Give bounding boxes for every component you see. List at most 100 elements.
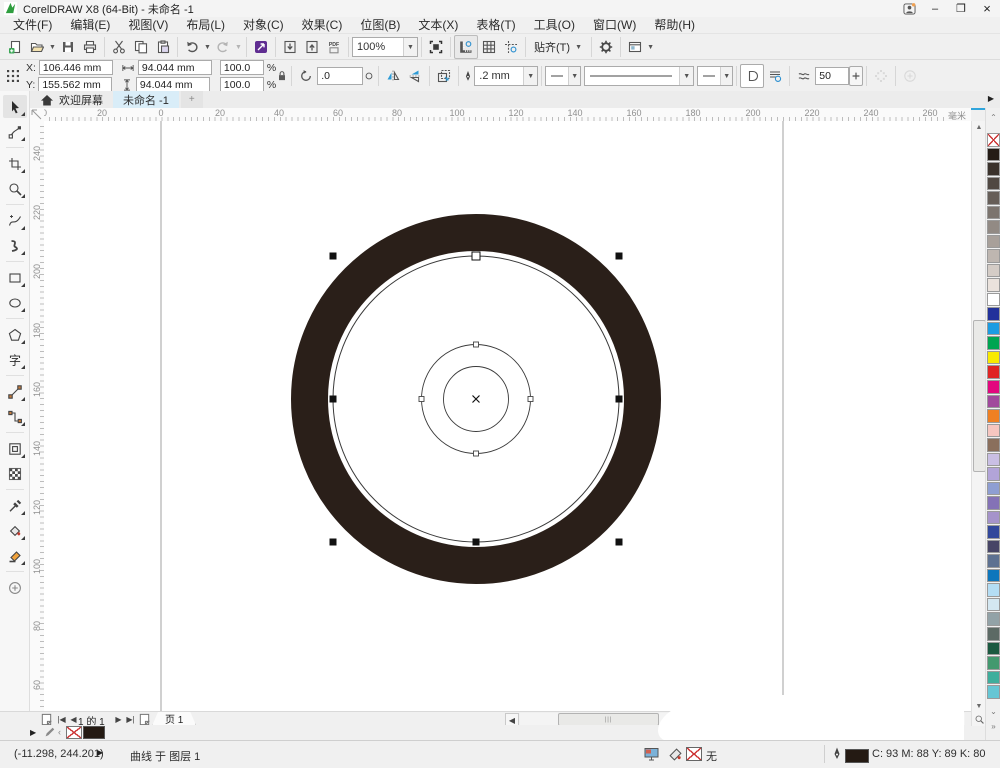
previous-page-button[interactable]: ◀ [69,713,78,725]
pen-mini-icon[interactable] [44,727,55,738]
add-page-end-button[interactable] [138,713,151,726]
snap-to-button[interactable]: 贴齐(T) ▼ [529,39,588,55]
import-button[interactable] [279,36,301,58]
menu-11[interactable]: 窗口(W) [584,17,645,33]
smart-fill-tool[interactable] [3,544,27,567]
tab-welcome-screen[interactable]: 欢迎屏幕 [30,91,113,108]
palette-swatch-1[interactable] [987,147,1000,162]
connector-tool[interactable] [3,405,27,428]
palette-swatch-6[interactable] [987,220,1000,234]
maximize-button[interactable]: ❐ [948,1,974,16]
palette-swatch-4[interactable] [987,191,1000,205]
line-style-combo[interactable]: ▼ [584,66,695,86]
wrap-text-button[interactable] [740,64,765,88]
menu-10[interactable]: 工具(O) [525,17,584,33]
palette-scroll-down-icon[interactable]: ⌄ [986,704,1000,718]
mirror-vertical-button[interactable] [404,65,426,87]
application-launcher-button[interactable] [624,36,646,58]
zoom-dropdown-icon[interactable]: ▼ [403,38,417,56]
rectangle-tool[interactable] [3,266,27,289]
menu-12[interactable]: 帮助(H) [645,17,704,33]
vertical-ruler[interactable]: 240 220 200 180 160 140 120 100 80 60 [30,121,45,711]
redo-button[interactable] [212,36,234,58]
ruler-origin[interactable] [30,108,45,122]
palette-swatch-8[interactable] [987,249,1000,263]
palette-swatch-30[interactable] [987,568,1000,583]
palette-swatch-17[interactable] [987,380,1000,394]
selection-handle[interactable] [615,395,623,403]
palette-swatch-16[interactable] [987,365,1000,379]
menu-1[interactable]: 文件(F) [4,17,61,33]
print-button[interactable] [79,36,101,58]
cut-button[interactable] [108,36,130,58]
scroll-down-button[interactable]: ▼ [972,700,986,713]
selection-handle[interactable] [472,538,480,546]
palette-swatch-24[interactable] [987,481,1000,496]
application-launcher-dropdown-icon[interactable]: ▼ [646,44,655,51]
palette-swatch-14[interactable] [987,336,1000,350]
palette-swatch-23[interactable] [987,467,1000,481]
menu-3[interactable]: 视图(V) [119,17,177,33]
fill-status-icon[interactable] [668,747,683,762]
palette-swatch-12[interactable] [987,307,1000,321]
palette-swatch-15[interactable] [987,350,1000,365]
last-page-button[interactable]: ▶| [125,713,136,725]
palette-swatch-3[interactable] [987,176,1000,191]
menu-7[interactable]: 位图(B) [351,17,409,33]
text-properties-button[interactable] [764,65,786,87]
tab-document[interactable]: 未命名 -1 [113,91,179,108]
color-eyedropper-tool[interactable] [3,494,27,517]
zoom-tool[interactable] [3,177,27,200]
copy-button[interactable] [130,36,152,58]
menu-6[interactable]: 效果(C) [293,17,352,33]
options-button[interactable] [595,36,617,58]
palette-swatch-28[interactable] [987,539,1000,554]
document-color-proof-icon[interactable] [644,747,659,761]
selection-handle[interactable] [615,252,623,260]
scale-horizontal-field[interactable] [219,60,264,75]
status-flyout-icon[interactable]: ▶ [97,748,103,757]
menu-9[interactable]: 表格(T) [467,17,524,33]
scroll-up-button[interactable]: ▲ [972,121,986,134]
palette-swatch-5[interactable] [987,205,1000,220]
palette-swatch-7[interactable] [987,234,1000,249]
close-button[interactable]: × [974,1,1000,16]
palette-swatch-37[interactable] [987,670,1000,685]
palette-swatch-27[interactable] [987,525,1000,539]
drop-shadow-tool[interactable] [3,437,27,460]
palette-swatch-32[interactable] [987,597,1000,612]
minimize-button[interactable]: – [922,1,948,16]
arrow-end-combo[interactable]: ▼ [697,66,734,86]
vertical-scrollbar[interactable]: ▲ ▼ [971,121,986,726]
palette-swatch-33[interactable] [987,612,1000,626]
ellipse-tool[interactable] [3,291,27,314]
redo-dropdown-icon[interactable]: ▼ [234,44,243,51]
polygon-tool[interactable] [3,323,27,346]
shape-tool[interactable] [3,120,27,143]
palette-swatch-11[interactable] [987,292,1000,307]
node-handle[interactable] [527,396,534,402]
palette-swatch-18[interactable] [987,394,1000,409]
edit-fill-tool[interactable] [3,576,27,599]
node-handle[interactable] [418,396,425,402]
crop-tool[interactable] [3,152,27,175]
artistic-media-tool[interactable] [3,234,27,257]
menu-8[interactable]: 文本(X) [409,17,467,33]
text-tool[interactable]: 字 [3,348,27,371]
object-width-field[interactable] [137,60,212,75]
paste-button[interactable] [152,36,174,58]
publish-pdf-button[interactable]: PDF [323,36,345,58]
arrow-start-combo[interactable]: ▼ [545,66,582,86]
palette-no-color-swatch[interactable] [987,133,1000,147]
menu-4[interactable]: 布局(L) [177,17,234,33]
palette-swatch-26[interactable] [987,510,1000,525]
selection-handle[interactable] [329,252,337,260]
palette-swatch-22[interactable] [987,452,1000,467]
account-icon[interactable] [896,1,922,16]
palette-swatch-9[interactable] [987,263,1000,278]
horizontal-ruler[interactable]: 毫米 4020020406080100120140160180200220240… [44,108,971,122]
transparency-tool[interactable] [3,462,27,485]
outline-width-combo[interactable]: .2 mm ▼ [474,66,539,86]
palette-swatch-19[interactable] [987,409,1000,423]
palette-scroll-up-icon[interactable]: ⌃ [986,110,1000,124]
